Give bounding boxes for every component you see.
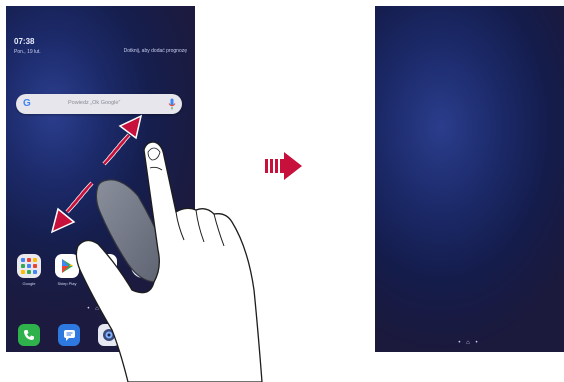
pinch-arrow-down-left-icon [50, 181, 94, 234]
pinch-arrow-up-right-icon [102, 114, 143, 166]
right-arrow-icon [265, 152, 302, 180]
hand-gesture-icon [75, 141, 263, 382]
gesture-overlay [50, 114, 302, 382]
